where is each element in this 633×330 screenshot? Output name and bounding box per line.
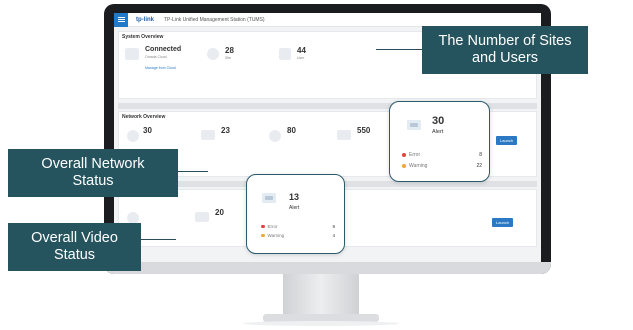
network-error-label: Error: [409, 152, 421, 158]
video-error-value: 9: [332, 224, 335, 229]
callout-video-status: Overall Video Status: [8, 223, 141, 271]
users-label: User: [297, 56, 305, 60]
network-warning-label: Warning: [409, 163, 428, 169]
network-alert-count: 30: [432, 115, 445, 127]
sites-label: Site: [225, 56, 232, 60]
video-stat1: 20: [215, 208, 224, 217]
video-alert-card[interactable]: 13 Alert Error 9 Warning 4: [246, 174, 345, 254]
alert-icon: [407, 120, 421, 130]
sites-users-leader-line: [376, 49, 422, 50]
video-warning-label: Warning: [267, 233, 285, 238]
manage-cloud-link[interactable]: Manage from Cloud: [145, 66, 176, 70]
video-alert-count: 13: [289, 192, 300, 202]
cloud-icon: [125, 48, 139, 60]
switch-icon: [201, 130, 215, 140]
connection-sub: Omada Cloud: [145, 55, 167, 59]
top-bar: tp-link TP-Link Unified Management Stati…: [114, 13, 541, 27]
video-status-leader-line: [141, 239, 176, 240]
camera-icon: [195, 212, 209, 222]
video-warning-row: Warning 4: [261, 233, 335, 238]
brand-logo: tp-link: [136, 16, 154, 23]
monitor-shadow: [243, 321, 399, 326]
network-alert-label: Alert: [432, 129, 444, 135]
client-icon: [337, 130, 351, 140]
gateway-icon: [127, 130, 139, 142]
error-dot-icon: [402, 153, 406, 157]
video-error-label: Error: [267, 224, 278, 229]
users-count: 44: [297, 46, 306, 55]
monitor-chin: [104, 262, 551, 274]
video-alert-label: Alert: [289, 205, 300, 211]
video-launch-button[interactable]: Launch: [492, 218, 514, 227]
error-dot-icon: [261, 224, 265, 229]
warning-dot-icon: [261, 233, 265, 238]
site-icon: [207, 48, 219, 60]
network-overview-title: Network Overview: [122, 114, 166, 120]
network-alert-card[interactable]: 30 Alert Error 8 Warning 22: [389, 101, 490, 182]
connection-status: Connected: [145, 46, 182, 53]
callout-network-status: Overall Network Status: [8, 149, 178, 197]
system-overview-title: System Overview: [122, 34, 164, 40]
warning-dot-icon: [402, 164, 406, 168]
network-stat4: 550: [357, 126, 371, 135]
alert-icon: [262, 193, 276, 203]
network-warning-row: Warning 22: [402, 163, 482, 169]
user-icon: [279, 48, 291, 60]
network-error-value: 8: [479, 152, 482, 158]
video-error-row: Error 9: [261, 224, 335, 229]
app-title: TP-Link Unified Management Station (TUMS…: [164, 16, 265, 23]
network-status-leader-line: [178, 171, 208, 172]
callout-sites-users: The Number of Sites and Users: [422, 26, 588, 74]
network-error-row: Error 8: [402, 152, 482, 158]
network-stat3: 80: [287, 126, 296, 135]
ap-icon: [269, 130, 281, 142]
video-warning-value: 4: [332, 233, 335, 238]
menu-icon[interactable]: [114, 13, 128, 27]
stage: tp-link TP-Link Unified Management Stati…: [0, 0, 633, 330]
network-stat2: 23: [221, 126, 230, 135]
sites-count: 28: [225, 46, 234, 55]
monitor-stand: [283, 274, 359, 316]
network-warning-value: 22: [476, 163, 482, 169]
network-launch-button[interactable]: Launch: [496, 136, 518, 145]
network-stat1: 30: [143, 126, 152, 135]
